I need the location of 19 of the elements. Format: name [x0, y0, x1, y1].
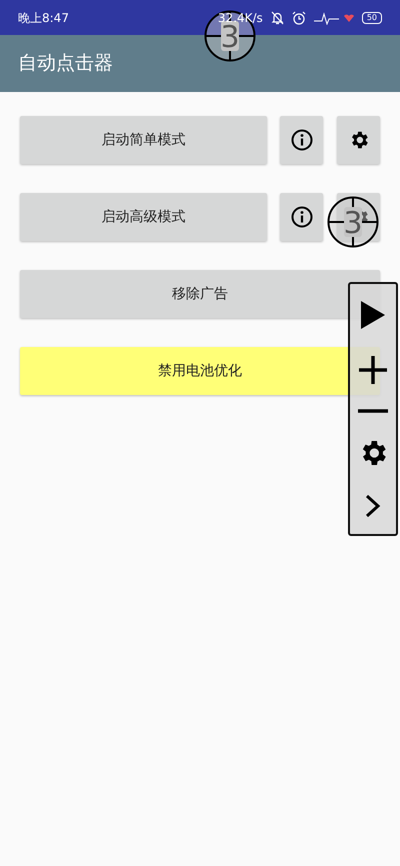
add-icon[interactable] [358, 354, 388, 385]
action-button[interactable]: 移除广告 [20, 270, 380, 318]
status-time: 晚上8:47 [18, 10, 69, 26]
settings-button[interactable] [337, 116, 380, 164]
info-button[interactable] [280, 193, 323, 241]
action-button[interactable]: 启动简单模式 [20, 116, 267, 164]
remove-icon[interactable] [358, 408, 388, 413]
alarm-icon [292, 10, 306, 24]
play-icon[interactable] [360, 300, 386, 330]
chevron-right-icon[interactable] [365, 494, 381, 518]
app-title: 自动点击器 [18, 51, 113, 76]
info-icon [290, 206, 312, 228]
info-icon [290, 129, 312, 151]
action-button[interactable]: 启动高级模式 [20, 193, 267, 241]
heart-rate-icon [314, 10, 354, 24]
click-target[interactable]: 3 [327, 196, 379, 248]
notifications-off-icon [270, 10, 284, 24]
battery-level: 50 [362, 12, 382, 24]
info-button[interactable] [280, 116, 323, 164]
